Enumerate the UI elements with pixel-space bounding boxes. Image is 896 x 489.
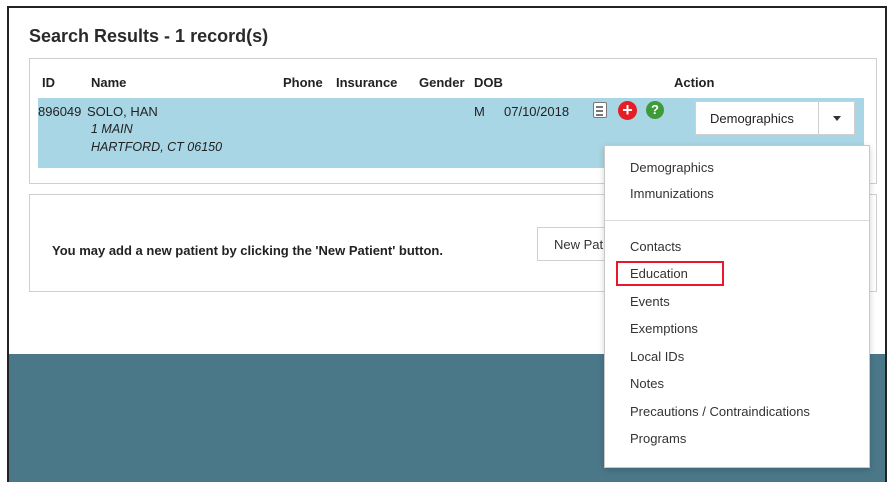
action-select-toggle[interactable]	[818, 102, 854, 134]
help-icon[interactable]: ?	[646, 101, 664, 119]
menu-item-local-ids[interactable]: Local IDs	[630, 349, 684, 364]
patient-gender: M	[474, 104, 485, 119]
page-title: Search Results - 1 record(s)	[29, 26, 269, 46]
menu-item-notes[interactable]: Notes	[630, 376, 664, 391]
column-header-phone: Phone	[283, 75, 323, 90]
menu-item-immunizations[interactable]: Immunizations	[630, 186, 714, 201]
menu-item-programs[interactable]: Programs	[630, 431, 686, 446]
column-header-dob: DOB	[474, 75, 503, 90]
chevron-down-icon	[833, 116, 841, 121]
new-patient-message: You may add a new patient by clicking th…	[52, 243, 443, 258]
app-frame: Search Results - 1 record(s) ID Name Pho…	[7, 6, 887, 482]
menu-divider	[605, 220, 869, 221]
education-callout-box	[616, 261, 724, 286]
menu-item-events[interactable]: Events	[630, 294, 670, 309]
column-header-id: ID	[42, 75, 55, 90]
add-icon[interactable]: +	[618, 101, 637, 120]
menu-item-precautions[interactable]: Precautions / Contraindications	[630, 404, 810, 419]
action-dropdown-menu: Demographics Immunizations Contacts Educ…	[604, 145, 870, 468]
menu-item-contacts[interactable]: Contacts	[630, 239, 681, 254]
patient-dob: 07/10/2018	[504, 104, 570, 119]
action-select[interactable]: Demographics	[695, 101, 855, 135]
column-header-action: Action	[674, 75, 715, 90]
document-icon[interactable]	[593, 102, 607, 118]
patient-address-line2: HARTFORD, CT 06150	[91, 140, 223, 154]
patient-address-line1: 1 MAIN	[91, 122, 133, 136]
patient-name[interactable]: SOLO, HAN	[87, 104, 158, 119]
menu-item-demographics[interactable]: Demographics	[630, 160, 714, 175]
column-header-insurance: Insurance	[336, 75, 398, 90]
action-select-value: Demographics	[710, 111, 794, 126]
patient-id[interactable]: 896049	[38, 104, 81, 119]
column-header-name: Name	[91, 75, 127, 90]
menu-item-exemptions[interactable]: Exemptions	[630, 321, 698, 336]
column-header-gender: Gender	[419, 75, 465, 90]
